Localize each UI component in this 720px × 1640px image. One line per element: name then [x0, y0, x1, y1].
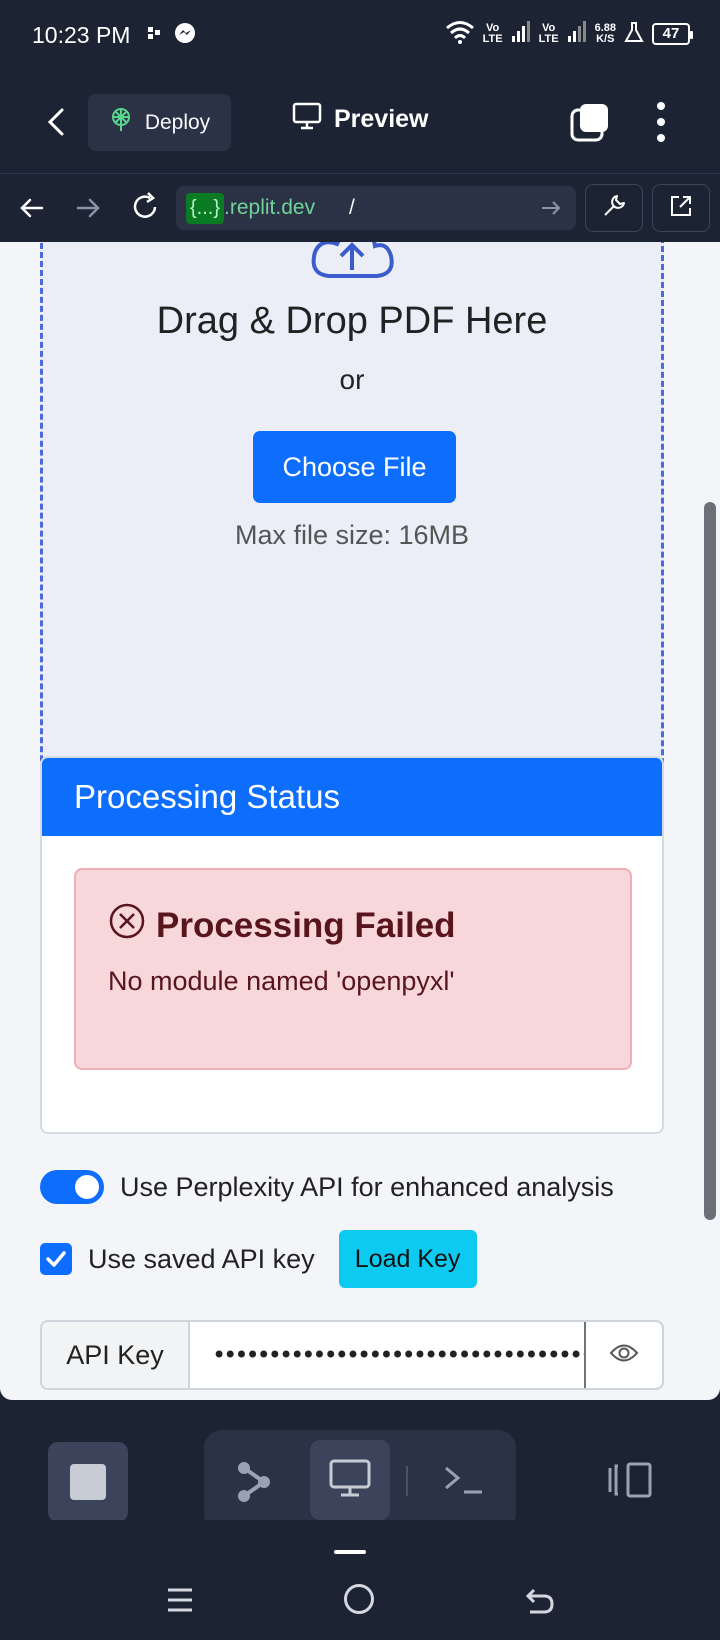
- git-branch-icon[interactable]: [234, 1460, 274, 1504]
- browser-back-icon[interactable]: [16, 192, 48, 224]
- go-arrow-icon[interactable]: [540, 198, 562, 218]
- load-key-button[interactable]: Load Key: [338, 1230, 477, 1288]
- reload-icon[interactable]: [128, 190, 162, 224]
- wrench-icon: [601, 193, 627, 224]
- browser-forward-icon[interactable]: [72, 192, 104, 224]
- webview: Drag & Drop PDF Here or Choose File Max …: [0, 242, 720, 1400]
- recents-icon[interactable]: [164, 1586, 196, 1614]
- max-file-size: Max file size: 16MB: [234, 520, 470, 550]
- tool-switcher: [204, 1430, 516, 1532]
- saved-key-option: Use saved API key Load Key: [40, 1230, 477, 1288]
- eye-icon: [609, 1342, 639, 1369]
- lab-flask-icon: [624, 21, 644, 46]
- dropzone-title: Drag & Drop PDF Here: [156, 300, 548, 342]
- tabs-icon[interactable]: [570, 102, 610, 142]
- api-key-group: API Key: [40, 1320, 664, 1390]
- preview-tool-button[interactable]: [310, 1440, 390, 1520]
- devtools-button[interactable]: [585, 184, 643, 232]
- shell-icon[interactable]: [442, 1462, 486, 1498]
- network-type-1: Vo LTE: [482, 21, 503, 45]
- status-bar: 10:23 PM Vo LTE Vo LTE 6.88 K/S 47: [0, 0, 720, 72]
- gesture-indicator: [334, 1550, 366, 1554]
- alert-message: No module named 'openpyxl': [108, 966, 455, 996]
- url-path: /: [349, 196, 355, 219]
- url-input[interactable]: {...} .replit.dev /: [176, 186, 576, 230]
- network-type-2: Vo LTE: [538, 21, 559, 45]
- cloud-upload-icon: [307, 242, 397, 292]
- perplexity-option: Use Perplexity API for enhanced analysis: [40, 1170, 614, 1204]
- external-link-icon: [668, 193, 694, 224]
- url-bar: {...} .replit.dev /: [0, 174, 720, 242]
- api-key-label: API Key: [42, 1322, 190, 1388]
- signal-icon: [511, 21, 531, 46]
- back-icon[interactable]: [40, 102, 72, 142]
- deploy-icon: [109, 107, 133, 139]
- app-header: Deploy Preview: [0, 72, 720, 174]
- stop-button[interactable]: [48, 1442, 128, 1522]
- status-card-header: Processing Status: [42, 758, 662, 836]
- toggle-visibility-button[interactable]: [584, 1322, 662, 1388]
- dropzone-or: or: [339, 364, 365, 395]
- divider: [406, 1466, 408, 1496]
- preview-tab[interactable]: Preview: [292, 102, 429, 137]
- signal-icon: [567, 21, 587, 46]
- messenger-notification-icon: [174, 22, 196, 49]
- wifi-icon: [445, 20, 475, 47]
- battery-icon: 47: [652, 22, 693, 45]
- saved-key-label: Use saved API key: [88, 1243, 315, 1274]
- api-key-input[interactable]: [190, 1322, 584, 1388]
- monitor-icon: [292, 102, 322, 137]
- url-badge: {...}: [186, 192, 225, 224]
- bottom-toolbar: [0, 1400, 720, 1532]
- processing-status-card: Processing Status Processing Failed No m…: [40, 756, 664, 1134]
- home-icon[interactable]: [344, 1584, 374, 1614]
- scrollbar[interactable]: [704, 502, 716, 1220]
- url-host: .replit.dev: [224, 196, 316, 219]
- alert-title: Processing Failed: [156, 905, 456, 945]
- clock: 10:23 PM: [32, 22, 131, 48]
- monitor-icon: [328, 1458, 372, 1503]
- more-options-icon[interactable]: [646, 100, 676, 144]
- system-back-icon[interactable]: [524, 1584, 556, 1616]
- system-navigation: [0, 1520, 720, 1640]
- panes-icon[interactable]: [606, 1460, 654, 1500]
- error-circle-icon: [108, 902, 146, 949]
- deploy-button[interactable]: Deploy: [88, 94, 231, 151]
- error-alert: Processing Failed No module named 'openp…: [74, 868, 632, 1070]
- slack-notification-icon: [146, 25, 162, 46]
- choose-file-button[interactable]: Choose File: [253, 431, 456, 503]
- stop-icon: [70, 1464, 106, 1500]
- perplexity-toggle[interactable]: [40, 1170, 104, 1204]
- perplexity-label: Use Perplexity API for enhanced analysis: [120, 1171, 614, 1202]
- saved-key-checkbox[interactable]: [40, 1243, 72, 1275]
- open-external-button[interactable]: [652, 184, 710, 232]
- data-speed: 6.88 K/S: [594, 21, 616, 45]
